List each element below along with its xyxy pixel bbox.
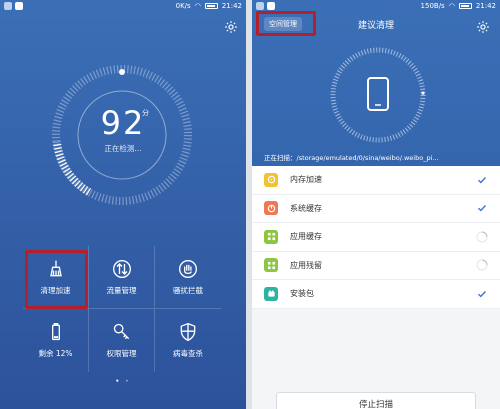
- check-icon: [476, 202, 488, 214]
- check-icon: [476, 288, 488, 300]
- check-icon: [476, 174, 488, 186]
- tile-label: 权限管理: [106, 349, 137, 358]
- notification-app-icon: [15, 2, 23, 10]
- wifi-icon: ◠: [448, 2, 455, 10]
- list-item-label: 应用缓存: [290, 232, 322, 242]
- key-icon: [113, 323, 129, 340]
- list-item-system-cache[interactable]: 系统缓存: [252, 195, 500, 223]
- tile-virus-scan[interactable]: 病毒查杀: [155, 309, 221, 372]
- status-bar: 0K/s ◠ 21:42: [0, 0, 246, 12]
- tile-label: 流量管理: [106, 285, 137, 295]
- notification-app-icon: [267, 2, 275, 10]
- clean-items-list: 内存加速 系统缓存 应用缓存 应用残留 安装包: [252, 166, 500, 309]
- wifi-icon: ◠: [194, 2, 201, 10]
- battery-status-icon: [204, 3, 218, 9]
- checking-status: 正在检测...: [104, 144, 142, 153]
- list-item-app-cache[interactable]: 应用缓存: [252, 223, 500, 252]
- app-cache-icon: [264, 229, 278, 244]
- network-speed: 0K/s: [175, 2, 191, 10]
- highlight-box: [25, 250, 88, 309]
- clock: 21:42: [475, 2, 496, 10]
- list-item-label: 应用残留: [290, 260, 322, 270]
- list-item-label: 安装包: [290, 289, 314, 299]
- package-icon: [264, 286, 278, 301]
- page-title: 建议清理: [357, 21, 394, 31]
- list-item-label: 内存加速: [290, 175, 322, 185]
- scan-path: 正在扫描：/storage/emulated/0/sina/weibo/.wei…: [264, 154, 439, 162]
- health-score: 92: [100, 104, 146, 142]
- dial-indicator: [119, 69, 125, 75]
- tile-data-usage[interactable]: 流量管理: [89, 246, 155, 309]
- hand-icon: [179, 259, 197, 278]
- score-unit: 分: [142, 109, 149, 117]
- scan-ring: [330, 47, 426, 143]
- tile-label: 剩余 12%: [38, 349, 73, 358]
- tile-battery[interactable]: 剩余 12%: [23, 309, 89, 372]
- right-screen: 150B/s ◠ 21:42 空间管理 建议清理 正在扫描：/storage/e…: [252, 0, 500, 409]
- list-item-label: 系统缓存: [290, 203, 322, 213]
- phone-icon: [367, 77, 389, 111]
- memory-icon: [264, 172, 278, 187]
- gear-icon[interactable]: [224, 20, 238, 34]
- arrows-updown-icon: [112, 259, 131, 278]
- list-item-memory[interactable]: 内存加速: [252, 166, 500, 195]
- page-indicator: • •: [115, 378, 131, 385]
- left-screen: 0K/s ◠ 21:42 92 分 正在检测... 清理加速 流量管理 骚扰拦截…: [0, 0, 246, 409]
- notification-app-icon: [4, 2, 12, 10]
- battery-icon: [51, 323, 60, 341]
- notification-app-icon: [256, 2, 264, 10]
- list-item-package[interactable]: 安装包: [252, 280, 500, 309]
- app-residual-icon: [264, 258, 278, 273]
- gear-icon[interactable]: [476, 20, 490, 34]
- clock: 21:42: [221, 2, 242, 10]
- battery-status-icon: [458, 3, 472, 9]
- stop-scan-button[interactable]: 停止扫描: [276, 392, 476, 409]
- list-item-app-residual[interactable]: 应用残留: [252, 252, 500, 280]
- tile-permission-management[interactable]: 权限管理: [89, 309, 155, 372]
- tile-label: 骚扰拦截: [173, 285, 203, 295]
- system-cache-icon: [264, 201, 278, 216]
- shield-icon: [180, 322, 196, 342]
- tile-label: 病毒查杀: [173, 349, 203, 358]
- loading-spinner-icon: [476, 259, 488, 271]
- loading-spinner-icon: [476, 231, 488, 243]
- network-speed: 150B/s: [420, 2, 445, 10]
- tile-harassment-block[interactable]: 骚扰拦截: [155, 246, 221, 309]
